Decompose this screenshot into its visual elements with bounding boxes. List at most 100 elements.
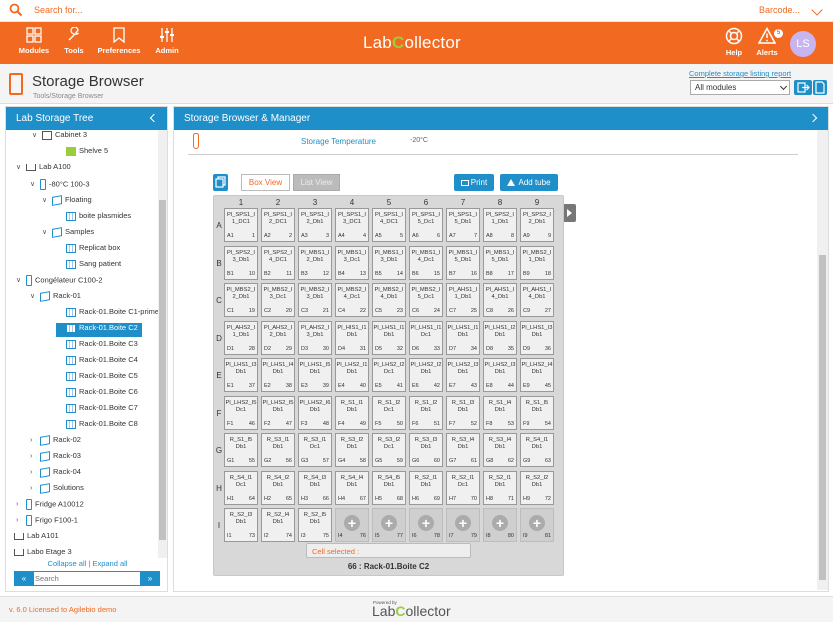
add-icon[interactable]: +	[418, 515, 434, 531]
box-cell[interactable]: Pl_AHS1_I 1_Db1 C7 25	[446, 283, 480, 317]
box-cell[interactable]: Pl_LHS1_I1 Db1 D7 34	[446, 320, 480, 355]
add-icon[interactable]: +	[455, 515, 471, 531]
nav-modules[interactable]: Modules	[14, 27, 54, 55]
empty-box-cell[interactable]: + I4 76	[335, 508, 369, 542]
box-cell[interactable]: R_S3_I1 Dc1 G3 57	[298, 433, 332, 467]
box-cell[interactable]: R_S3_I2 Db1 G4 58	[335, 433, 369, 467]
tree-node[interactable]: › Solutions	[30, 482, 84, 497]
chevron-right-icon[interactable]: ›	[30, 485, 40, 492]
box-cell[interactable]: R_S1_I4 Db1 F8 53	[483, 395, 517, 430]
tree-node[interactable]: › Rack-03	[30, 450, 81, 465]
box-cell[interactable]: Pl_SPS1_I 5_Dc1 A6 6	[409, 208, 443, 242]
box-cell[interactable]: Pl_LHS2_I1 Db1 E4 40	[335, 358, 369, 392]
box-cell[interactable]: Pl_MBS2_I 4_Dc1 C4 22	[335, 283, 369, 317]
chevron-right-icon[interactable]: ›	[30, 437, 40, 444]
document-button[interactable]	[813, 80, 827, 95]
box-cell[interactable]: Pl_LHS2_I4 Db1 E9 45	[520, 358, 554, 392]
tree-node[interactable]: Replicat box	[56, 243, 120, 257]
box-cell[interactable]: Pl_LHS2_I5 Dc1 F1 46	[224, 395, 258, 430]
empty-box-cell[interactable]: + I6 78	[409, 508, 443, 542]
box-cell[interactable]: R_S2_I4 Db1 I2 74	[261, 508, 295, 542]
empty-box-cell[interactable]: + I5 77	[372, 508, 406, 542]
tree-node[interactable]: ∨ Floating	[42, 194, 92, 209]
box-cell[interactable]: Pl_LHS1_I1 Dc1 D6 33	[409, 320, 443, 355]
collapse-panel-icon[interactable]	[149, 113, 159, 123]
box-cell[interactable]: R_S4_I4 Db1 H4 67	[335, 470, 369, 505]
tree-node[interactable]: Rack-01.Boite C2	[56, 323, 142, 337]
box-cell[interactable]: Pl_LHS1_I1 Db1 D5 32	[372, 320, 406, 355]
box-cell[interactable]: Pl_SPS1_I 5_Db1 A7 7	[446, 208, 480, 242]
tree-node[interactable]: › Frigo F100-1	[16, 515, 78, 529]
box-cell[interactable]: Pl_SPS1_I 3_DC1 A4 4	[335, 208, 369, 242]
global-search-input[interactable]: Search for...	[34, 5, 83, 15]
box-cell[interactable]: R_S2_I1 Db1 H8 71	[483, 470, 517, 505]
chevron-right-icon[interactable]: ›	[16, 517, 26, 524]
box-cell[interactable]: R_S1_I2 Dc1 F5 50	[372, 395, 406, 430]
box-cell[interactable]: Pl_MBS2_I 3_Dc1 C2 20	[261, 283, 295, 317]
chevron-down-icon[interactable]: ∨	[30, 292, 40, 300]
tree-node[interactable]: Rack-01.Boite C3	[56, 339, 138, 353]
chevron-down-icon[interactable]: ∨	[32, 131, 42, 139]
tree-node[interactable]: ∨ Rack-01	[30, 290, 81, 305]
empty-box-cell[interactable]: + I7 79	[446, 508, 480, 542]
nav-tools[interactable]: Tools	[60, 27, 88, 55]
box-cell[interactable]: R_S2_I5 Db1 I3 75	[298, 508, 332, 542]
box-cell[interactable]: R_S1_I2 Db1 F6 51	[409, 395, 443, 430]
box-cell[interactable]: R_S1_I1 Db1 F4 49	[335, 395, 369, 430]
box-cell[interactable]: Pl_LHS1_I3 Db1 E1 37	[224, 358, 258, 392]
tree-search-input[interactable]	[35, 573, 139, 584]
chevron-down-icon[interactable]: ∨	[42, 196, 52, 204]
nav-preferences[interactable]: Preferences	[94, 27, 144, 55]
tree-node[interactable]: Rack-01.Boite C7	[56, 403, 138, 417]
box-cell[interactable]: Pl_LHS1_I4 Db1 E2 38	[261, 358, 295, 392]
box-cell[interactable]: R_S2_I1 Dc1 H7 70	[446, 470, 480, 505]
box-cell[interactable]: Pl_MBS2_I 5_Dc1 C6 24	[409, 283, 443, 317]
box-cell[interactable]: R_S1_I5 Db1 F9 54	[520, 395, 554, 430]
box-cell[interactable]: Pl_AHS1_I 4_Db1 C8 26	[483, 283, 517, 317]
empty-box-cell[interactable]: + I8 80	[483, 508, 517, 542]
box-cell[interactable]: R_S2_I2 Db1 H9 72	[520, 470, 554, 505]
nav-help[interactable]: Help	[722, 27, 746, 57]
box-cell[interactable]: Pl_LHS2_I6 Db1 F3 48	[298, 395, 332, 430]
box-cell[interactable]: Pl_AHS2_I 1_Db1 D1 28	[224, 320, 258, 355]
box-cell[interactable]: Pl_SPS1_I 2_Db1 A3 3	[298, 208, 332, 242]
add-icon[interactable]: +	[381, 515, 397, 531]
tree-node[interactable]: ∨ Samples	[42, 226, 94, 241]
copy-button[interactable]	[213, 174, 228, 191]
tree-scrollbar-thumb[interactable]	[159, 200, 166, 540]
box-cell[interactable]: Pl_MBS1_I 2_Db1 B3 12	[298, 245, 332, 280]
chevron-down-icon[interactable]: ∨	[42, 228, 52, 236]
box-cell[interactable]: Pl_HIS1_I1 Db1 D4 31	[335, 320, 369, 355]
tree-node[interactable]: ∨ -80°C 100-3	[30, 179, 90, 193]
side-handle[interactable]	[564, 204, 576, 222]
module-select[interactable]: All modules	[690, 80, 790, 95]
tab-box-view[interactable]: Box View	[241, 174, 290, 191]
barcode-search-input[interactable]: Barcode...	[759, 5, 800, 15]
tree-node[interactable]: boite plasmides	[56, 211, 131, 225]
box-cell[interactable]: R_S4_I1 Db1 G9 63	[520, 433, 554, 467]
chevron-down-icon[interactable]: ∨	[30, 180, 40, 188]
box-cell[interactable]: Pl_MBS1_I 3_Dc1 B4 13	[335, 245, 369, 280]
box-cell[interactable]: Pl_AHS1_I 4_Db1 C9 27	[520, 283, 554, 317]
main-scrollbar[interactable]	[817, 130, 828, 590]
box-cell[interactable]: Pl_MBS1_I 5_Db1 B8 17	[483, 245, 517, 280]
export-button[interactable]	[794, 80, 812, 95]
box-cell[interactable]: R_S4_I5 Db1 H5 68	[372, 470, 406, 505]
search-prev-button[interactable]: «	[14, 571, 34, 586]
box-cell[interactable]: Pl_MBS2_I 1_Db1 B9 18	[520, 245, 554, 280]
box-cell[interactable]: Pl_SPS1_I 2_DC1 A2 2	[261, 208, 295, 242]
chevron-right-icon[interactable]: ›	[6, 549, 14, 556]
nav-admin[interactable]: Admin	[152, 27, 182, 55]
box-cell[interactable]: R_S4_I3 Db1 H3 66	[298, 470, 332, 505]
add-tube-button[interactable]: Add tube	[500, 174, 558, 191]
box-cell[interactable]: R_S3_I4 Db1 G8 62	[483, 433, 517, 467]
box-cell[interactable]: R_S2_I1 Db1 H6 69	[409, 470, 443, 505]
tree-node[interactable]: Rack-01.Boite C5	[56, 371, 138, 385]
collapse-all-link[interactable]: Collapse all	[48, 559, 87, 568]
tree-node[interactable]: Rack-01.Boite C1-prime	[56, 307, 158, 321]
box-cell[interactable]: Pl_LHS2_I2 Dc1 E5 41	[372, 358, 406, 392]
chevron-down-icon[interactable]: ∨	[16, 163, 26, 171]
box-cell[interactable]: Pl_LHS1_I2 Db1 D8 35	[483, 320, 517, 355]
tree-node[interactable]: Shelve 5	[56, 146, 108, 160]
box-cell[interactable]: Pl_SPS1_I 1_DC1 A1 1	[224, 208, 258, 242]
